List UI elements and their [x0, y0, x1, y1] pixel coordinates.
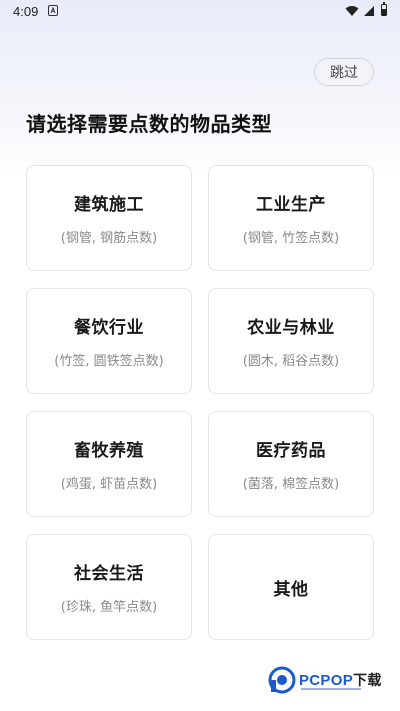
watermark-underline — [301, 688, 361, 690]
category-card-industry[interactable]: 工业生产 (钢管, 竹签点数) — [208, 165, 374, 271]
watermark-logo: PCPOP下载 — [268, 664, 396, 698]
notification-a-icon — [48, 5, 58, 16]
category-card-daily-life[interactable]: 社会生活 (珍珠, 鱼竿点数) — [26, 534, 192, 640]
watermark-text: PCPOP下载 — [299, 672, 382, 689]
category-card-medical[interactable]: 医疗药品 (菌落, 棉签点数) — [208, 411, 374, 517]
card-title: 工业生产 — [256, 195, 326, 215]
card-subtitle: (鸡蛋, 虾苗点数) — [60, 477, 158, 492]
page-title: 请选择需要点数的物品类型 — [26, 112, 272, 136]
card-title: 畜牧养殖 — [74, 441, 144, 461]
card-subtitle: (珍珠, 鱼竿点数) — [60, 600, 158, 615]
signal-icon — [364, 6, 374, 16]
category-card-agriculture[interactable]: 农业与林业 (圆木, 稻谷点数) — [208, 288, 374, 394]
card-title: 农业与林业 — [247, 318, 335, 338]
card-subtitle: (菌落, 棉签点数) — [242, 477, 340, 492]
card-subtitle: (竹签, 圆铁签点数) — [54, 354, 164, 369]
pcpop-logo-icon — [268, 666, 296, 694]
card-title: 社会生活 — [74, 564, 144, 584]
card-subtitle: (钢管, 钢筋点数) — [60, 231, 158, 246]
category-card-other[interactable]: 其他 — [208, 534, 374, 640]
card-subtitle: (圆木, 稻谷点数) — [242, 354, 340, 369]
category-card-livestock[interactable]: 畜牧养殖 (鸡蛋, 虾苗点数) — [26, 411, 192, 517]
card-title: 其他 — [273, 579, 309, 600]
card-title: 建筑施工 — [74, 195, 144, 215]
skip-button[interactable]: 跳过 — [314, 58, 374, 86]
status-bar: 4:09 — [0, 0, 400, 24]
category-card-catering[interactable]: 餐饮行业 (竹签, 圆铁签点数) — [26, 288, 192, 394]
card-subtitle: (钢管, 竹签点数) — [242, 231, 340, 246]
category-card-construction[interactable]: 建筑施工 (钢管, 钢筋点数) — [26, 165, 192, 271]
battery-icon — [381, 2, 387, 16]
card-title: 餐饮行业 — [74, 318, 144, 338]
card-title: 医疗药品 — [256, 441, 326, 461]
wifi-icon — [345, 6, 359, 16]
status-time: 4:09 — [13, 4, 39, 19]
